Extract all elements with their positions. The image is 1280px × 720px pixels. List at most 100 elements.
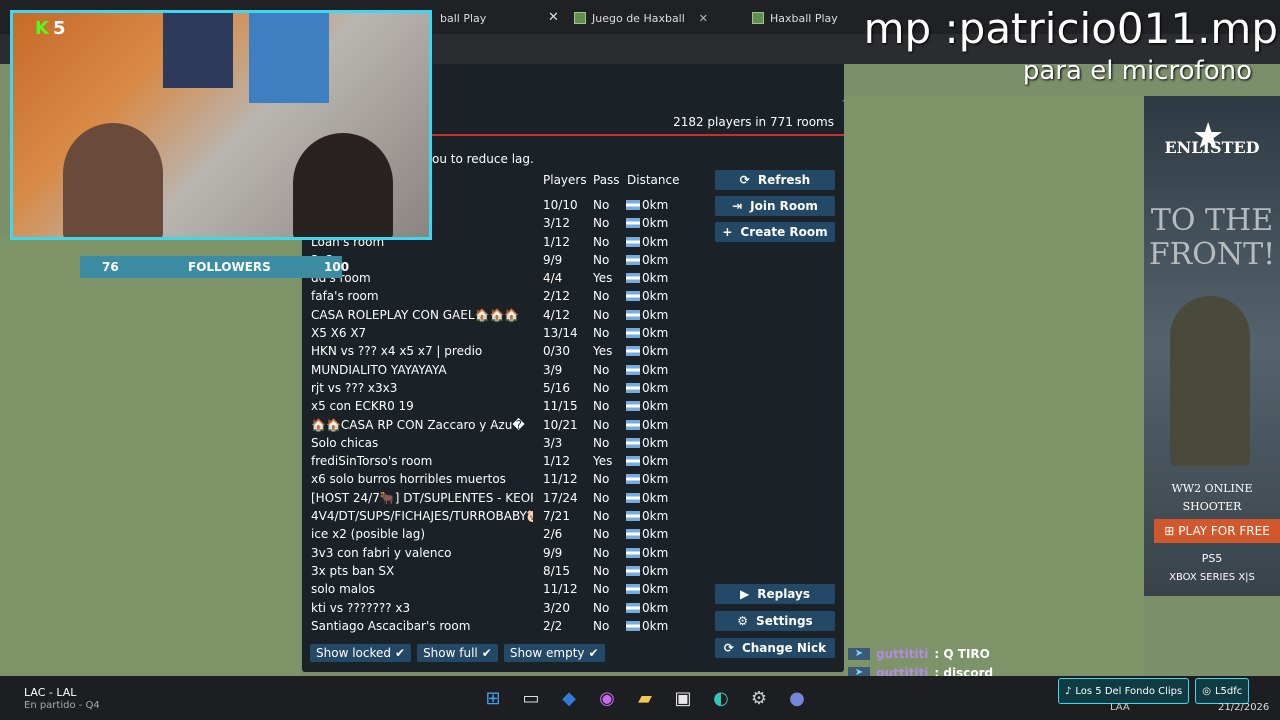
room-row[interactable]: MUNDIALITO YAYAYAYA 3/9 No 0km [302, 362, 712, 380]
settings-label: Settings [756, 614, 813, 628]
room-distance: 0km [626, 436, 668, 450]
checkmark-icon: ✔ [395, 646, 406, 660]
settings-icon[interactable]: ⚙ [748, 688, 770, 709]
room-players: 9/9 [543, 252, 563, 267]
store-icon[interactable]: ▣ [672, 688, 694, 709]
game-background-left [0, 236, 300, 676]
room-distance-value: 0km [642, 289, 669, 304]
language-indicator[interactable]: LAA [1110, 702, 1130, 713]
create-room-label: Create Room [740, 225, 828, 239]
room-row[interactable]: frediSinTorso's room 1/12 Yes 0km [302, 453, 712, 471]
tab-haxball-play-1[interactable]: ball Play [440, 6, 486, 30]
argentina-flag-icon [626, 236, 640, 247]
windows-start-icon[interactable]: ⊞ [482, 688, 504, 709]
room-distance: 0km [626, 418, 668, 432]
close-tab-icon[interactable]: ✕ [548, 10, 559, 25]
room-distance: 0km [626, 253, 668, 267]
room-row[interactable]: CASA ROLEPLAY CON GAEL🏠🏠🏠 4/12 No 0km [302, 307, 712, 325]
windows-icon: ⊞ [1164, 524, 1175, 538]
room-distance: 0km [626, 564, 668, 578]
enlisted-ad-banner[interactable]: ★ ENLISTED TO THE FRONT! WW2 ONLINE SHOO… [1144, 96, 1280, 596]
show-empty-toggle[interactable]: Show empty ✔ [503, 644, 605, 662]
room-distance: 0km [626, 363, 668, 377]
room-distance: 0km [626, 454, 668, 468]
file-icon[interactable]: ▭ [520, 688, 542, 709]
room-players: 2/6 [543, 527, 563, 542]
room-players: 4/12 [543, 307, 570, 322]
argentina-flag-icon [626, 346, 640, 357]
tab-juego-de-haxball[interactable]: Juego de Haxball ✕ [574, 6, 708, 30]
replays-button[interactable]: ▶ Replays [715, 584, 835, 604]
room-pass: No [593, 545, 610, 560]
play-for-free-button[interactable]: ⊞ PLAY FOR FREE [1154, 519, 1280, 543]
room-players: 17/24 [543, 490, 578, 505]
column-pass[interactable]: Pass [593, 173, 620, 187]
refresh-button[interactable]: ⟳ Refresh [715, 170, 835, 190]
instagram-link: ◎ L5dfc [1195, 678, 1250, 704]
close-icon[interactable]: ✕ [699, 12, 708, 25]
room-name: X5 X6 X7 [311, 326, 367, 341]
room-players: 7/21 [543, 509, 570, 524]
taskbar-date[interactable]: 21/2/2026 [1218, 702, 1269, 713]
room-row[interactable]: 🏠🏠CASA RP CON Zaccaro y Azu� 10/21 No 0km [302, 417, 712, 435]
room-row[interactable]: x5 con ECKR0 19 11/15 No 0km [302, 398, 712, 416]
column-distance[interactable]: Distance [627, 173, 679, 187]
room-distance: 0km [626, 326, 668, 340]
copilot-icon[interactable]: ◉ [596, 688, 618, 709]
haxball-favicon-icon [574, 12, 586, 24]
argentina-flag-icon [626, 511, 640, 522]
create-room-button[interactable]: + Create Room [715, 222, 835, 242]
room-players: 1/12 [543, 234, 570, 249]
room-row[interactable]: HKN vs ??? x4 x5 x7 | predio 0/30 Yes 0km [302, 343, 712, 361]
room-players: 3/12 [543, 216, 570, 231]
change-nick-button[interactable]: ⟳ Change Nick [715, 638, 835, 658]
room-row[interactable]: x6 solo burros horribles muertos 11/12 No 0… [302, 471, 712, 489]
taskbar-widget[interactable]: LAC - LAL En partido - Q4 [24, 686, 100, 712]
room-row[interactable]: [HOST 24/7🐂] DT/SUPLENTES - KEOPS 17/24 No… [302, 490, 712, 508]
room-row[interactable]: solo malos 11/12 No 0km [302, 581, 712, 599]
discord-icon[interactable]: ● [786, 688, 808, 709]
settings-button[interactable]: ⚙ Settings [715, 611, 835, 631]
room-name: [HOST 24/7🐂] DT/SUPLENTES - KEOPS [311, 490, 533, 505]
room-pass: No [593, 435, 610, 450]
room-row[interactable]: 3x pts ban SX 8/15 No 0km [302, 563, 712, 581]
tab-haxball-play-2[interactable]: Haxball Play [752, 6, 838, 30]
xbox-logo: XBOX SERIES X|S [1169, 572, 1255, 583]
room-row[interactable]: ice x2 (posible lag) 2/6 No 0km [302, 526, 712, 544]
game-header-strip [430, 64, 844, 100]
room-distance: 0km [626, 399, 668, 413]
folder-icon[interactable]: ▰ [634, 688, 656, 709]
tiktok-handle: Los 5 Del Fondo Clips [1075, 685, 1183, 697]
edge-icon[interactable]: ◐ [710, 688, 732, 709]
column-players[interactable]: Players [543, 173, 587, 187]
room-row[interactable]: dd's room 4/4 Yes 0km [302, 270, 712, 288]
room-distance-value: 0km [642, 545, 669, 560]
room-distance-value: 0km [642, 618, 669, 633]
room-distance-value: 0km [642, 344, 669, 359]
room-pass: No [593, 234, 610, 249]
argentina-flag-icon [626, 291, 640, 302]
join-room-button[interactable]: ⇥ Join Room [715, 196, 835, 216]
room-row[interactable]: fafa's room 2/12 No 0km [302, 288, 712, 306]
room-pass: No [593, 618, 610, 633]
room-players: 0/30 [543, 344, 570, 359]
room-distance: 0km [626, 308, 668, 322]
play-for-free-label: PLAY FOR FREE [1178, 524, 1270, 538]
room-row[interactable]: Solo chicas 3/3 No 0km [302, 435, 712, 453]
room-row[interactable]: Santiago Ascacibar's room 2/2 No 0km [302, 618, 712, 636]
show-full-toggle[interactable]: Show full ✔ [417, 644, 498, 662]
wall-jersey [163, 13, 233, 88]
ps5-logo: PS5 [1201, 552, 1223, 565]
show-locked-toggle[interactable]: Show locked ✔ [310, 644, 412, 662]
room-row[interactable]: kti vs ??????? x3 3/20 No 0km [302, 600, 712, 618]
room-distance-value: 0km [642, 600, 669, 615]
room-row[interactable]: 3v3 con fabri y valenco 9/9 No 0km [302, 545, 712, 563]
room-pass: No [593, 417, 610, 432]
room-row[interactable]: 4V4/DT/SUPS/FICHAJES/TURROBABY🐷♥ 7/21 No 0k… [302, 508, 712, 526]
room-row[interactable]: 3v39/9No0km [302, 252, 712, 270]
room-row[interactable]: X5 X6 X7 13/14 No 0km [302, 325, 712, 343]
room-players: 11/12 [543, 582, 578, 597]
outlook-icon[interactable]: ◆ [558, 688, 580, 709]
room-row[interactable]: rjt vs ??? x3x3 5/16 No 0km [302, 380, 712, 398]
join-room-label: Join Room [750, 199, 818, 213]
